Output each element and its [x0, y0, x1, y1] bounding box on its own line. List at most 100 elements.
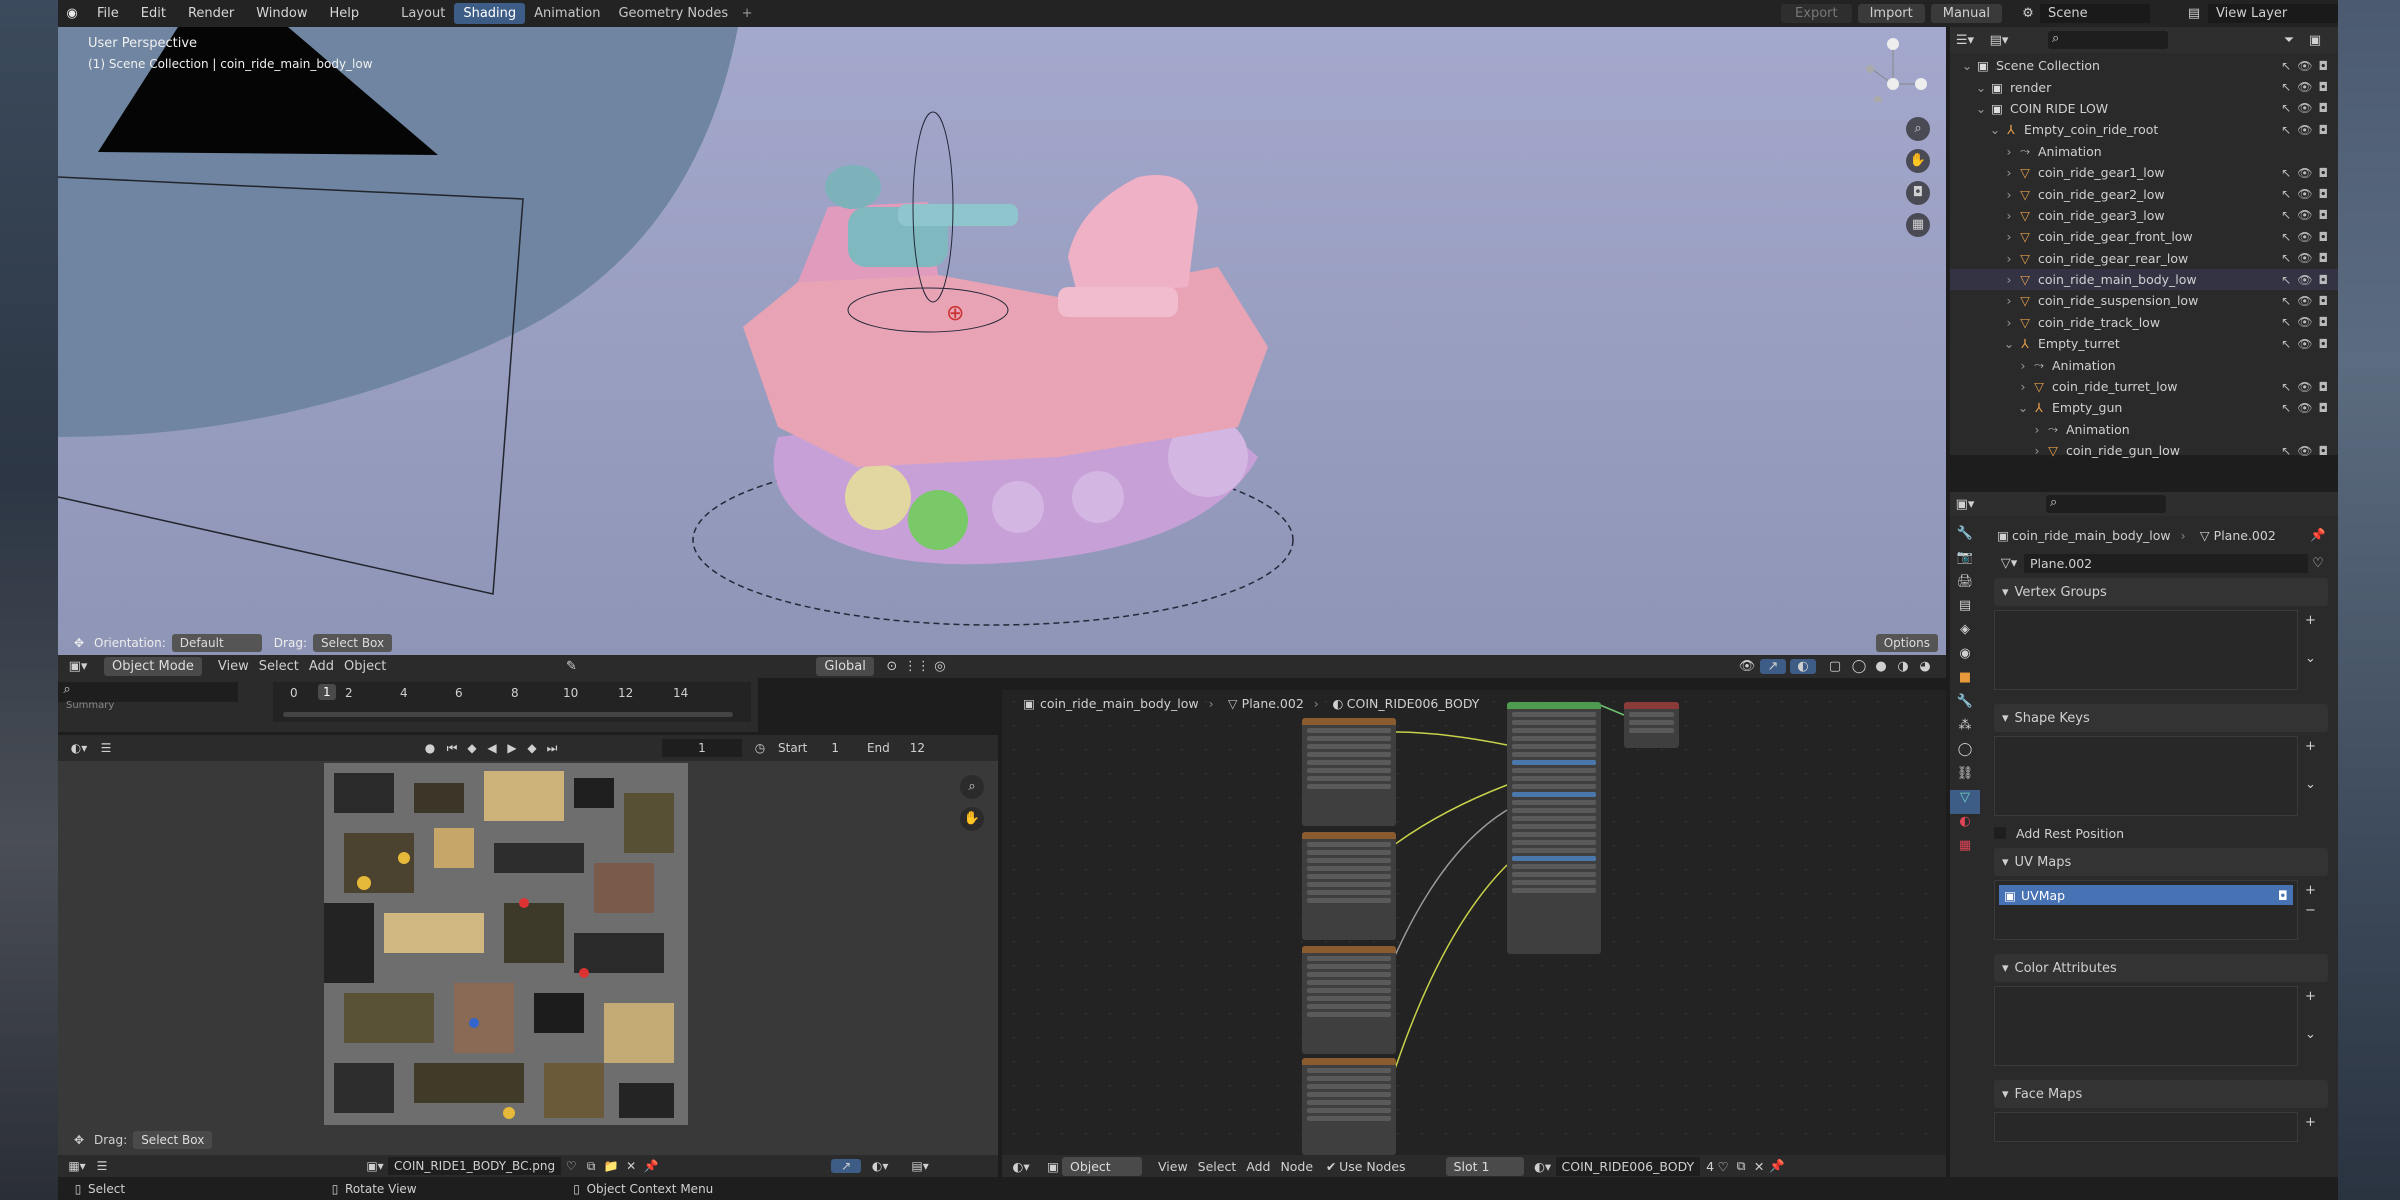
shading-material-icon[interactable]: ◑ [1892, 659, 1914, 674]
next-keyframe-icon[interactable]: ◆ [522, 741, 542, 755]
play-reverse-icon[interactable]: ◀ [482, 741, 502, 755]
render-toggle-icon[interactable]: ◘ [2319, 401, 2329, 415]
image-browse-icon[interactable]: ▣▾ [362, 1159, 388, 1173]
shader-node-editor[interactable]: ▣ coin_ride_main_body_low › ▽ Plane.002 … [1002, 690, 1946, 1155]
face-map-add-icon[interactable]: + [2305, 1115, 2316, 1130]
selectable-toggle-icon[interactable]: ↖ [2281, 59, 2291, 73]
playback-editor-icon[interactable]: ◐▾ [64, 741, 94, 755]
visibility-toggle-icon[interactable]: 👁 [2297, 208, 2312, 222]
menu-view[interactable]: View [218, 659, 249, 674]
overlay-toggle-icon[interactable]: ◐ [1790, 659, 1816, 674]
outliner-row[interactable]: ⌄ ⅄ Empty_gun ↖ 👁 ◘ [1950, 397, 2338, 418]
visibility-toggle-icon[interactable]: 👁 [2297, 101, 2312, 115]
selectable-toggle-icon[interactable]: ↖ [2281, 208, 2291, 222]
face-maps-list[interactable]: + [1994, 1112, 2316, 1142]
zoom-icon[interactable]: ⌕ [1906, 117, 1930, 141]
add-rest-position-checkbox[interactable] [1994, 827, 2006, 839]
view-layer-tab-icon[interactable]: ▤ [1950, 598, 1980, 622]
start-field[interactable]: 1 [831, 741, 839, 755]
manual-dropdown[interactable]: Manual [1930, 4, 2002, 23]
selectable-toggle-icon[interactable]: ↖ [2281, 187, 2291, 201]
image-texture-node-3[interactable] [1302, 946, 1396, 1054]
end-field[interactable]: 12 [910, 741, 925, 755]
tick-1-current[interactable]: 1 [318, 684, 336, 700]
ortho-grid-icon[interactable]: ▦ [1906, 213, 1930, 237]
render-toggle-icon[interactable]: ◘ [2319, 187, 2329, 201]
transform-orientation-dropdown[interactable]: Global [816, 657, 874, 676]
outliner-row[interactable]: › ▽ coin_ride_gear2_low ↖ 👁 ◘ [1950, 183, 2338, 204]
new-image-icon[interactable]: ⧉ [581, 1159, 601, 1174]
uv-maps-list[interactable]: ▣ UVMap ◘ + − [1994, 880, 2316, 940]
outliner-row[interactable]: › ⤳ Animation [1950, 419, 2338, 440]
render-toggle-icon[interactable]: ◘ [2319, 59, 2329, 73]
drag-dropdown[interactable]: Select Box [312, 634, 393, 652]
outliner-search[interactable]: ⌕ [2048, 31, 2168, 49]
export-button[interactable]: Export [1781, 4, 1852, 23]
expand-chevron-icon[interactable]: ⌄ [1974, 80, 1988, 95]
shading-rendered-icon[interactable]: ◕ [1914, 659, 1936, 674]
expand-chevron-icon[interactable]: › [2002, 293, 2016, 308]
shape-key-add-icon[interactable]: + [2305, 739, 2316, 754]
menu-window[interactable]: Window [245, 6, 318, 21]
image-display-icon[interactable]: ▤▾ [905, 1159, 935, 1173]
3d-cursor-icon[interactable]: ⊕ [946, 301, 964, 326]
constraints-tab-icon[interactable]: ⛓ [1950, 766, 1980, 790]
shape-keys-panel-header[interactable]: ▾ Shape Keys [1994, 704, 2328, 732]
timeline[interactable]: ⌕ Summary 0 1 2 4 6 8 10 12 14 [58, 678, 758, 732]
node-editor-type-icon[interactable]: ◐▾ [1008, 1159, 1034, 1174]
outliner-row[interactable]: › ⤳ Animation [1950, 354, 2338, 375]
expand-chevron-icon[interactable]: › [2002, 208, 2016, 223]
uv-map-item[interactable]: ▣ UVMap ◘ [1999, 885, 2293, 905]
menu-edit[interactable]: Edit [130, 6, 177, 21]
visibility-toggle-icon[interactable]: 👁 [2297, 230, 2312, 244]
keyframe-record-icon[interactable]: ● [418, 741, 442, 755]
image-editor-type-icon[interactable]: ▦▾ [62, 1159, 92, 1173]
visibility-toggle-icon[interactable]: 👁 [2297, 444, 2312, 458]
principled-bsdf-node[interactable] [1507, 702, 1601, 954]
fake-user-icon[interactable]: ♡ [561, 1159, 581, 1173]
prev-keyframe-icon[interactable]: ◆ [462, 741, 482, 755]
unlink-material-icon[interactable]: ✕ [1750, 1159, 1768, 1174]
uv-map-remove-icon[interactable]: − [2305, 903, 2316, 918]
selectable-toggle-icon[interactable]: ↖ [2281, 166, 2291, 180]
visibility-toggle-icon[interactable]: 👁 [2297, 273, 2312, 287]
3d-viewport[interactable]: ⊕ User Perspective (1) Scene Collection … [58, 27, 1946, 655]
expand-chevron-icon[interactable]: › [2002, 165, 2016, 180]
outliner-row[interactable]: ⌄ ▣ COIN RIDE LOW ↖ 👁 ◘ [1950, 98, 2338, 119]
expand-chevron-icon[interactable]: ⌄ [1974, 101, 1988, 116]
outliner-row[interactable]: › ▽ coin_ride_gear_rear_low ↖ 👁 ◘ [1950, 248, 2338, 269]
orientation-dropdown[interactable]: Default [171, 634, 262, 652]
play-icon[interactable]: ▶ [502, 741, 522, 755]
vertex-group-add-icon[interactable]: + [2305, 613, 2316, 628]
pin-icon[interactable]: 📌 [641, 1159, 661, 1173]
properties-type-icon[interactable]: ▣▾ [1950, 497, 1980, 512]
visibility-toggle-icon[interactable]: 👁 [2297, 59, 2312, 73]
node-menu-add[interactable]: Add [1246, 1159, 1270, 1174]
properties-search[interactable]: ⌕ [2046, 495, 2166, 513]
shader-type-dropdown[interactable]: Object [1062, 1156, 1142, 1176]
outliner-row[interactable]: ⌄ ⅄ Empty_turret ↖ 👁 ◘ [1950, 333, 2338, 354]
selectable-toggle-icon[interactable]: ↖ [2281, 80, 2291, 94]
outliner-type-icon[interactable]: ☰▾ [1950, 33, 1980, 48]
mesh-data-tab-icon[interactable]: ▽ [1950, 790, 1980, 814]
jump-start-icon[interactable]: ⏮ [442, 741, 462, 756]
uv-render-camera-icon[interactable]: ◘ [2273, 888, 2293, 903]
proportional-edit-icon[interactable]: ◎ [928, 659, 952, 674]
expand-chevron-icon[interactable]: ⌄ [1988, 122, 2002, 137]
tool-tab-icon[interactable]: 🔧 [1950, 526, 1980, 550]
outliner[interactable]: ☰▾ ▤▾ ⌕ ⏷ ▣ ⌄ ▣ Scene Collection ↖ 👁 ◘ ⌄ ▣ rende… [1950, 27, 2338, 458]
outliner-row[interactable]: › ▽ coin_ride_gear_front_low ↖ 👁 ◘ [1950, 226, 2338, 247]
visibility-toggle-icon[interactable]: 👁 [2297, 315, 2312, 329]
expand-chevron-icon[interactable]: ⌄ [1960, 58, 1974, 73]
image-zoom-icon[interactable]: ⌕ [960, 775, 984, 799]
node-menu-view[interactable]: View [1158, 1159, 1188, 1174]
selectable-toggle-icon[interactable]: ↖ [2281, 401, 2291, 415]
render-toggle-icon[interactable]: ◘ [2319, 273, 2329, 287]
selectable-toggle-icon[interactable]: ↖ [2281, 315, 2291, 329]
gizmo-toggle-icon[interactable]: ↗ [1760, 659, 1786, 674]
jump-end-icon[interactable]: ⏭ [542, 741, 562, 756]
visibility-toggle-icon[interactable]: 👁 [2297, 187, 2312, 201]
mesh-browse-icon[interactable]: ▽▾ [1994, 556, 2024, 571]
scene-tab-icon[interactable]: ◈ [1950, 622, 1980, 646]
render-toggle-icon[interactable]: ◘ [2319, 230, 2329, 244]
